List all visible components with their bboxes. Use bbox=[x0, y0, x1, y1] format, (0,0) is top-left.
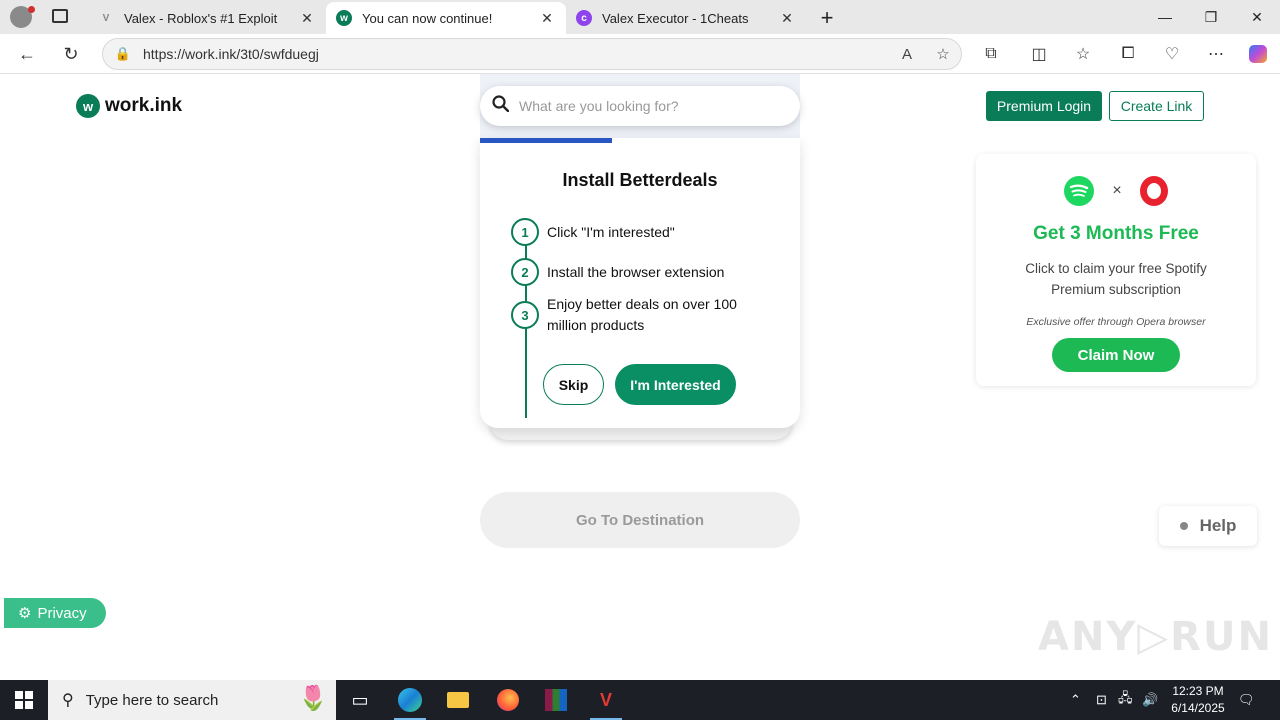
step-number: 3 bbox=[511, 301, 539, 329]
copilot-icon[interactable] bbox=[1244, 42, 1272, 66]
clock-time: 12:23 PM bbox=[1172, 684, 1224, 698]
create-link-button[interactable]: Create Link bbox=[1109, 91, 1204, 121]
favorites-icon[interactable]: ☆ bbox=[1069, 42, 1097, 66]
tab-actions-icon[interactable] bbox=[52, 9, 68, 23]
search-input[interactable] bbox=[519, 98, 779, 114]
tab-title: Valex - Roblox's #1 Exploit bbox=[124, 10, 278, 26]
notification-dot-icon bbox=[28, 6, 35, 13]
skip-button[interactable]: Skip bbox=[543, 364, 604, 405]
taskbar-search-placeholder: Type here to search bbox=[85, 691, 219, 709]
tab-valex-1cheats[interactable]: c Valex Executor - 1Cheats ✕ bbox=[566, 2, 806, 34]
spotify-logo-icon bbox=[1064, 176, 1095, 206]
address-bar[interactable]: 🔒 https://work.ink/3t0/swfduegj A ☆ bbox=[102, 38, 962, 70]
taskbar-search[interactable]: ⚲ Type here to search 🌷 bbox=[48, 680, 336, 720]
valex-taskbar-icon[interactable]: V bbox=[582, 680, 630, 720]
help-status-icon bbox=[1179, 522, 1188, 530]
step-text: Enjoy better deals on over 100 million p… bbox=[547, 296, 737, 333]
1cheats-favicon-icon: c bbox=[576, 10, 592, 26]
winrar-icon[interactable] bbox=[532, 680, 580, 720]
workink-logo[interactable]: w work.ink bbox=[76, 94, 182, 118]
help-button[interactable]: Help bbox=[1159, 506, 1257, 546]
read-aloud-icon[interactable]: A bbox=[889, 46, 925, 63]
ad-logos: × bbox=[976, 176, 1256, 206]
browser-tab-bar: V Valex - Roblox's #1 Exploit ✕ w You ca… bbox=[0, 0, 1280, 34]
logo-mark-icon: w bbox=[76, 94, 100, 118]
step-text: Install the browser extension bbox=[547, 263, 725, 280]
close-window-button[interactable]: ✕ bbox=[1234, 0, 1280, 34]
notifications-icon[interactable]: 🗨 bbox=[1238, 680, 1255, 720]
reload-button[interactable]: ↻ bbox=[56, 40, 86, 68]
gear-icon: ⚙ bbox=[18, 605, 32, 622]
restore-button[interactable]: ❐ bbox=[1188, 0, 1234, 34]
tab-close-icon[interactable]: ✕ bbox=[298, 10, 316, 27]
show-hidden-icons[interactable]: ⌃ bbox=[1070, 680, 1081, 720]
favorite-star-icon[interactable]: ☆ bbox=[925, 45, 961, 63]
split-screen-icon[interactable]: ◫ bbox=[1025, 42, 1053, 66]
minimize-button[interactable]: — bbox=[1142, 0, 1188, 34]
ad-title: Get 3 Months Free bbox=[1033, 223, 1199, 244]
clock-date: 6/14/2025 bbox=[1171, 701, 1225, 715]
valex-favicon-icon: V bbox=[98, 10, 114, 26]
step-item: 3 Enjoy better deals on over 100 million… bbox=[511, 294, 747, 336]
offer-card: Install Betterdeals 1 Click "I'm interes… bbox=[480, 138, 800, 428]
step-number: 2 bbox=[511, 258, 539, 286]
file-explorer-icon[interactable] bbox=[434, 680, 482, 720]
url-text[interactable]: https://work.ink/3t0/swfduegj bbox=[143, 46, 889, 62]
search-box[interactable] bbox=[480, 86, 800, 126]
tab-close-icon[interactable]: ✕ bbox=[778, 10, 796, 27]
ethernet-icon[interactable]: 🖧 bbox=[1118, 680, 1133, 720]
windows-logo-icon bbox=[15, 691, 33, 709]
network-status-icon[interactable]: ⊡ bbox=[1096, 680, 1107, 720]
logo-text: work.ink bbox=[105, 95, 183, 116]
privacy-button[interactable]: ⚙ Privacy bbox=[4, 598, 106, 628]
progress-bar bbox=[480, 138, 612, 143]
browser-essentials-icon[interactable]: ♡ bbox=[1158, 42, 1186, 66]
search-icon bbox=[492, 95, 510, 117]
volume-icon[interactable]: 🔊 bbox=[1142, 680, 1158, 720]
help-label: Help bbox=[1199, 516, 1237, 535]
step-item: 2 Install the browser extension bbox=[511, 258, 747, 286]
settings-more-icon[interactable]: ⋯ bbox=[1202, 42, 1230, 66]
tab-close-icon[interactable]: ✕ bbox=[538, 10, 556, 27]
collections-icon[interactable]: ⧠ bbox=[1114, 42, 1142, 66]
step-number: 1 bbox=[511, 218, 539, 246]
back-button[interactable]: ← bbox=[12, 40, 42, 68]
system-clock[interactable]: 12:23 PM 6/14/2025 bbox=[1160, 683, 1236, 717]
search-icon: ⚲ bbox=[62, 692, 74, 709]
step-text: Click "I'm interested" bbox=[547, 223, 675, 240]
task-view-icon[interactable]: ▭ bbox=[336, 680, 384, 720]
new-tab-button[interactable]: + bbox=[810, 2, 844, 34]
step-item: 1 Click "I'm interested" bbox=[511, 218, 747, 246]
spotify-opera-ad[interactable]: × Get 3 Months Free Click to claim your … bbox=[976, 154, 1256, 386]
ad-note: Exclusive offer through Opera browser bbox=[1026, 316, 1206, 328]
tab-valex-roblox[interactable]: V Valex - Roblox's #1 Exploit ✕ bbox=[88, 2, 326, 34]
privacy-label: Privacy bbox=[37, 604, 87, 622]
search-highlight-tulips-icon: 🌷 bbox=[298, 685, 328, 712]
tab-workink[interactable]: w You can now continue! ✕ bbox=[326, 2, 566, 34]
offer-title: Install Betterdeals bbox=[562, 170, 718, 190]
web-page: w work.ink Premium Login Create Link Ins… bbox=[4, 74, 1276, 677]
start-button[interactable] bbox=[0, 680, 48, 720]
firefox-icon[interactable] bbox=[484, 680, 532, 720]
ad-times-sign: × bbox=[1112, 182, 1122, 199]
site-info-icon[interactable]: 🔒 bbox=[103, 46, 143, 62]
tab-title: You can now continue! bbox=[362, 10, 493, 26]
workink-favicon-icon: w bbox=[336, 10, 352, 26]
tab-title: Valex Executor - 1Cheats bbox=[602, 10, 749, 26]
interested-button[interactable]: I'm Interested bbox=[615, 364, 736, 405]
claim-now-button[interactable]: Claim Now bbox=[1052, 338, 1180, 372]
browser-toolbar: ← ↻ 🔒 https://work.ink/3t0/swfduegj A ☆ … bbox=[0, 34, 1280, 74]
go-to-destination-button[interactable]: Go To Destination bbox=[480, 492, 800, 548]
ad-description: Click to claim your free Spotify Premium… bbox=[1025, 261, 1207, 297]
extensions-icon[interactable]: ⧉ bbox=[977, 42, 1005, 66]
windows-taskbar: ⚲ Type here to search 🌷 ▭ V ⌃ ⊡ 🖧 🔊 12:2… bbox=[0, 680, 1280, 720]
premium-login-button[interactable]: Premium Login bbox=[986, 91, 1102, 121]
edge-taskbar-icon[interactable] bbox=[386, 680, 434, 720]
anyrun-watermark: ANY▷RUN bbox=[1038, 614, 1273, 660]
opera-logo-icon bbox=[1139, 176, 1168, 206]
